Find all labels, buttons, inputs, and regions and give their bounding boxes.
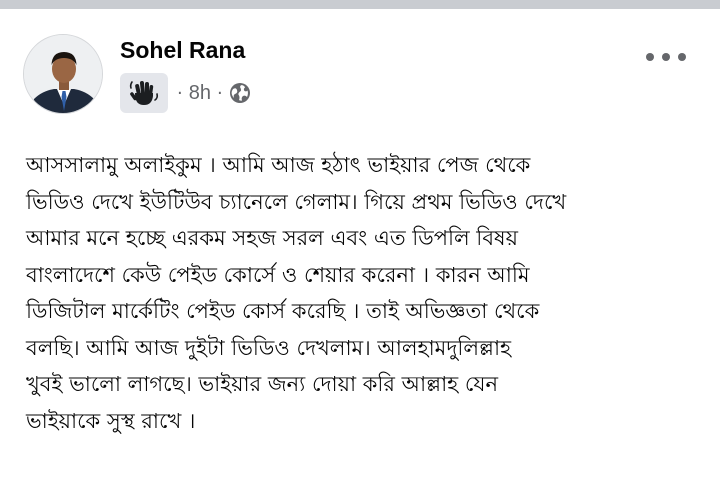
post-text-line: আসসালামু অলাইকুম । আমি আজ হঠাৎ ভাইয়ার প… bbox=[26, 153, 531, 177]
more-horizontal-icon bbox=[662, 53, 670, 61]
avatar[interactable] bbox=[23, 34, 103, 114]
post-text-line: বলছি। আমি আজ দুইটা ভিডিও দেখলাম। আলহামদু… bbox=[26, 335, 512, 360]
post-meta: · 8h · bbox=[120, 73, 251, 113]
post-text-line: আমার মনে হচ্ছে এরকম সহজ সরল এবং এত ডিপলি… bbox=[26, 226, 518, 250]
post-text-line: খুবই ভালো লাগছে। ভাইয়ার জন্য দোয়া করি … bbox=[26, 372, 499, 396]
more-horizontal-icon bbox=[678, 53, 686, 61]
more-horizontal-icon bbox=[646, 53, 654, 61]
more-options-button[interactable] bbox=[646, 43, 686, 71]
waving-hand-badge[interactable] bbox=[120, 73, 168, 113]
post-text-line: ভাইয়াকে সুস্থ রাখে । bbox=[26, 408, 196, 433]
post-time[interactable]: 8h bbox=[189, 82, 211, 105]
post-text: আসসালামু অলাইকুম । আমি আজ হঠাৎ ভাইয়ার প… bbox=[26, 147, 706, 439]
author-name[interactable]: Sohel Rana bbox=[120, 37, 245, 64]
meta-separator: · bbox=[216, 82, 223, 104]
post-text-line: বাংলাদেশে কেউ পেইড কোর্সে ও শেয়ার করেনা… bbox=[26, 262, 530, 287]
post-card: Sohel Rana · 8h · আসসালামু অলাইকুম । আমি… bbox=[0, 9, 720, 480]
waving-hand-icon bbox=[129, 81, 159, 105]
top-divider bbox=[0, 0, 720, 9]
meta-separator: · bbox=[177, 82, 183, 104]
post-text-line: ডিজিটাল মার্কেটিং পেইড কোর্স করেছি । তাই… bbox=[26, 299, 540, 323]
profile-photo bbox=[24, 35, 102, 113]
globe-icon[interactable] bbox=[229, 82, 251, 104]
post-text-line: ভিডিও দেখে ইউটিউব চ্যানেলে গেলাম। গিয়ে … bbox=[26, 189, 567, 214]
